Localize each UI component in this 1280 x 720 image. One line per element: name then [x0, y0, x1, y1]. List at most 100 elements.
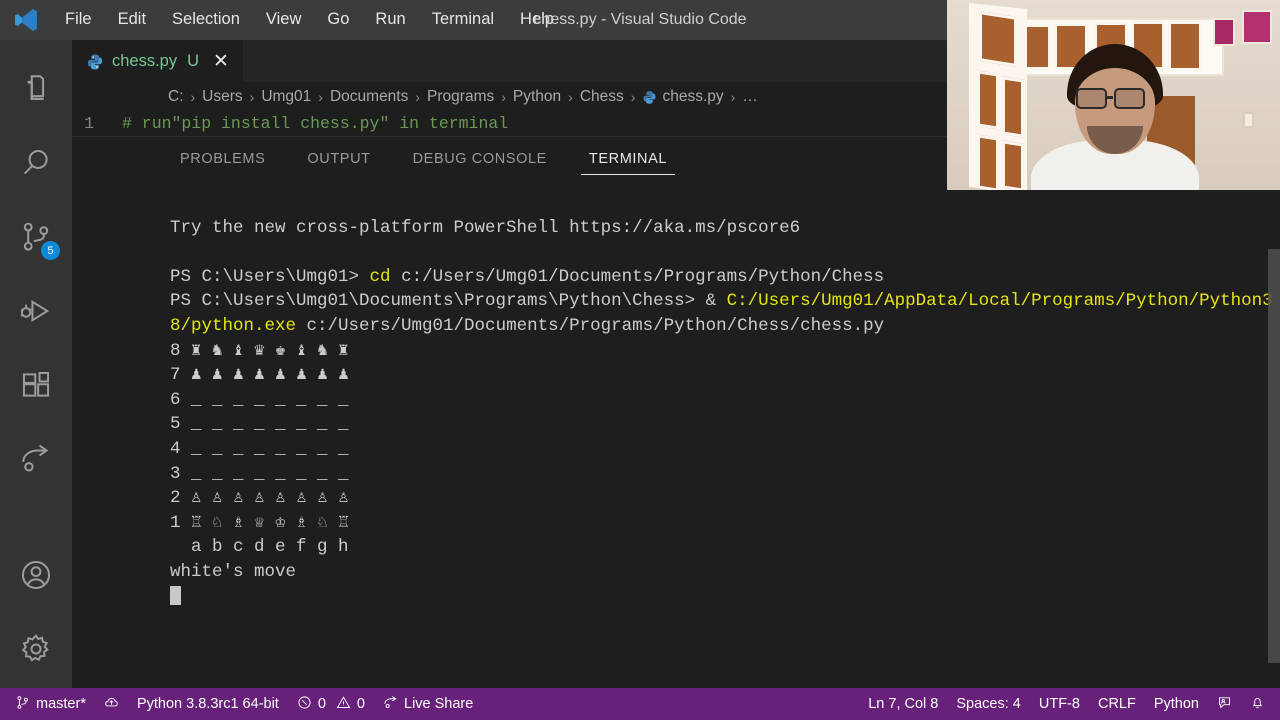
status-branch-label: master*: [36, 696, 86, 712]
status-language-mode[interactable]: Python: [1145, 688, 1208, 720]
board-rank-5: 5 _ _ _ _ _ _ _ _: [170, 412, 1280, 437]
source-control-icon: [15, 695, 30, 714]
activity-run-and-debug[interactable]: [0, 276, 72, 350]
breadcrumb-item-4[interactable]: Programs: [427, 88, 494, 106]
menu-item-edit[interactable]: Edit: [105, 6, 159, 34]
breadcrumb-item-7[interactable]: chess.py: [662, 88, 723, 106]
breadcrumb-separator: ›: [249, 89, 255, 105]
wall-poster: [1213, 18, 1235, 46]
prompt-arguments: c:/Users/Umg01/Documents/Programs/Python…: [390, 266, 885, 287]
status-eol[interactable]: CRLF: [1089, 688, 1145, 720]
webcam-person: [1031, 44, 1199, 190]
menu-item-terminal[interactable]: Terminal: [419, 6, 507, 34]
live-share-icon: [383, 695, 398, 714]
activity-explorer[interactable]: [0, 54, 72, 128]
person-glasses-bridge: [1105, 96, 1113, 99]
terminal-output[interactable]: Try the new cross-platform PowerShell ht…: [72, 181, 1280, 688]
terminal-status-line: white's move: [170, 561, 297, 582]
rank-squares: _ _ _ _ _ _ _ _: [191, 414, 349, 435]
breadcrumb-item-0[interactable]: C:: [168, 88, 184, 106]
tab-terminal[interactable]: TERMINAL: [579, 137, 677, 181]
breadcrumb-separator: ›: [415, 89, 421, 105]
breadcrumb-separator: ›: [630, 89, 636, 105]
menu-item-help[interactable]: Help: [507, 6, 567, 34]
terminal-cursor: [170, 585, 181, 605]
status-warning-count: 0: [356, 696, 365, 712]
editor-tab-chess-py[interactable]: chess.py U ✕: [72, 40, 243, 82]
breadcrumb-item-5[interactable]: Python: [513, 88, 561, 106]
terminal-scrollbar-thumb[interactable]: [1268, 249, 1280, 663]
wardrobe-door: [977, 134, 999, 190]
status-branch[interactable]: master*: [6, 688, 95, 720]
rank-label: 3: [170, 463, 181, 484]
prompt-prefix: PS C:\Users\Umg01>: [170, 266, 370, 287]
tab-debug-console[interactable]: DEBUG CONSOLE: [403, 137, 557, 181]
python-file-icon: [642, 90, 657, 105]
wardrobe-door: [979, 10, 1017, 68]
status-cursor-position[interactable]: Ln 7, Col 8: [859, 688, 947, 720]
terminal-banner-line: Try the new cross-platform PowerShell ht…: [170, 217, 801, 238]
rank-squares: ♖ ♘ ♗ ♕ ♔ ♗ ♘ ♖: [191, 512, 349, 533]
activity-extensions[interactable]: [0, 350, 72, 424]
terminal-scrollbar[interactable]: [1266, 249, 1280, 688]
breadcrumb-item-1[interactable]: Users: [202, 88, 242, 106]
activity-settings[interactable]: [0, 614, 72, 688]
breadcrumb-separator: ›: [501, 89, 506, 105]
board-rank-4: 4 _ _ _ _ _ _ _ _: [170, 437, 1280, 462]
rank-squares: _ _ _ _ _ _ _ _: [191, 438, 349, 459]
activity-account[interactable]: [0, 540, 72, 614]
status-feedback[interactable]: [1208, 688, 1241, 720]
status-encoding[interactable]: UTF-8: [1030, 688, 1089, 720]
rank-squares: _ _ _ _ _ _ _ _: [191, 389, 349, 410]
board-rank-3: 3 _ _ _ _ _ _ _ _: [170, 462, 1280, 487]
status-indentation[interactable]: Spaces: 4: [947, 688, 1030, 720]
status-problems[interactable]: 0 0: [288, 688, 374, 720]
editor-tab-label: chess.py: [112, 52, 178, 70]
person-glasses-right: [1114, 88, 1145, 109]
breadcrumb-item-3[interactable]: Documents: [330, 88, 408, 106]
search-icon: [19, 146, 53, 185]
menu-item-file[interactable]: File: [52, 6, 105, 34]
tab-output[interactable]: OUTPUT: [297, 137, 380, 181]
activity-source-control[interactable]: 5: [0, 202, 72, 276]
board-file-labels: a b c d e f g h: [170, 537, 349, 558]
menu-item-view[interactable]: View: [253, 6, 314, 34]
status-error-count: 0: [317, 696, 326, 712]
board-rank-8: 8 ♜ ♞ ♝ ♛ ♚ ♝ ♞ ♜: [170, 339, 1280, 364]
close-icon[interactable]: ✕: [213, 52, 229, 71]
extensions-icon: [19, 368, 53, 407]
breadcrumb-separator: ›: [730, 89, 736, 105]
run-and-debug-icon: [19, 294, 53, 333]
rank-label: 6: [170, 389, 181, 410]
breadcrumb-item-8[interactable]: …: [742, 88, 758, 106]
script-path: c:/Users/Umg01/Documents/Programs/Python…: [296, 315, 885, 336]
status-sync[interactable]: [95, 688, 128, 720]
code-text: # run"pip install chess.py" in terminal: [122, 114, 509, 133]
status-live-share[interactable]: Live Share: [374, 688, 482, 720]
warning-icon: [336, 695, 351, 714]
activity-search[interactable]: [0, 128, 72, 202]
activity-live-share[interactable]: [0, 424, 72, 498]
status-python-interpreter[interactable]: Python 3.8.3rc1 64-bit: [128, 688, 288, 720]
breadcrumb-separator: ›: [190, 89, 196, 105]
terminal-prompt-line-1: PS C:\Users\Umg01> cd c:/Users/Umg01/Doc…: [170, 265, 1280, 290]
rank-squares: ♟ ♟ ♟ ♟ ♟ ♟ ♟ ♟: [191, 365, 349, 386]
status-python-label: Python 3.8.3rc1 64-bit: [136, 696, 279, 712]
menu-item-selection[interactable]: Selection: [159, 6, 253, 34]
status-live-share-label: Live Share: [404, 696, 474, 712]
rank-squares: ♙ ♙ ♙ ♙ ♙ ♙ ♙ ♙: [191, 488, 349, 509]
status-notifications[interactable]: [1241, 688, 1274, 720]
breadcrumb-item-6[interactable]: Chess: [580, 88, 624, 106]
settings-gear-icon: [19, 632, 53, 671]
menu-item-go[interactable]: Go: [314, 6, 362, 34]
editor-tab-git-badge: U: [187, 52, 200, 70]
tab-problems[interactable]: PROBLEMS: [170, 137, 275, 181]
error-icon: [297, 695, 312, 714]
menu-item-run[interactable]: Run: [362, 6, 418, 34]
webcam-overlay: [947, 0, 1280, 190]
breadcrumb-item-2[interactable]: Umg01: [261, 88, 311, 106]
terminal-cursor-line: [170, 585, 1280, 610]
terminal-prompt-line-2: PS C:\Users\Umg01\Documents\Programs\Pyt…: [170, 289, 1280, 338]
